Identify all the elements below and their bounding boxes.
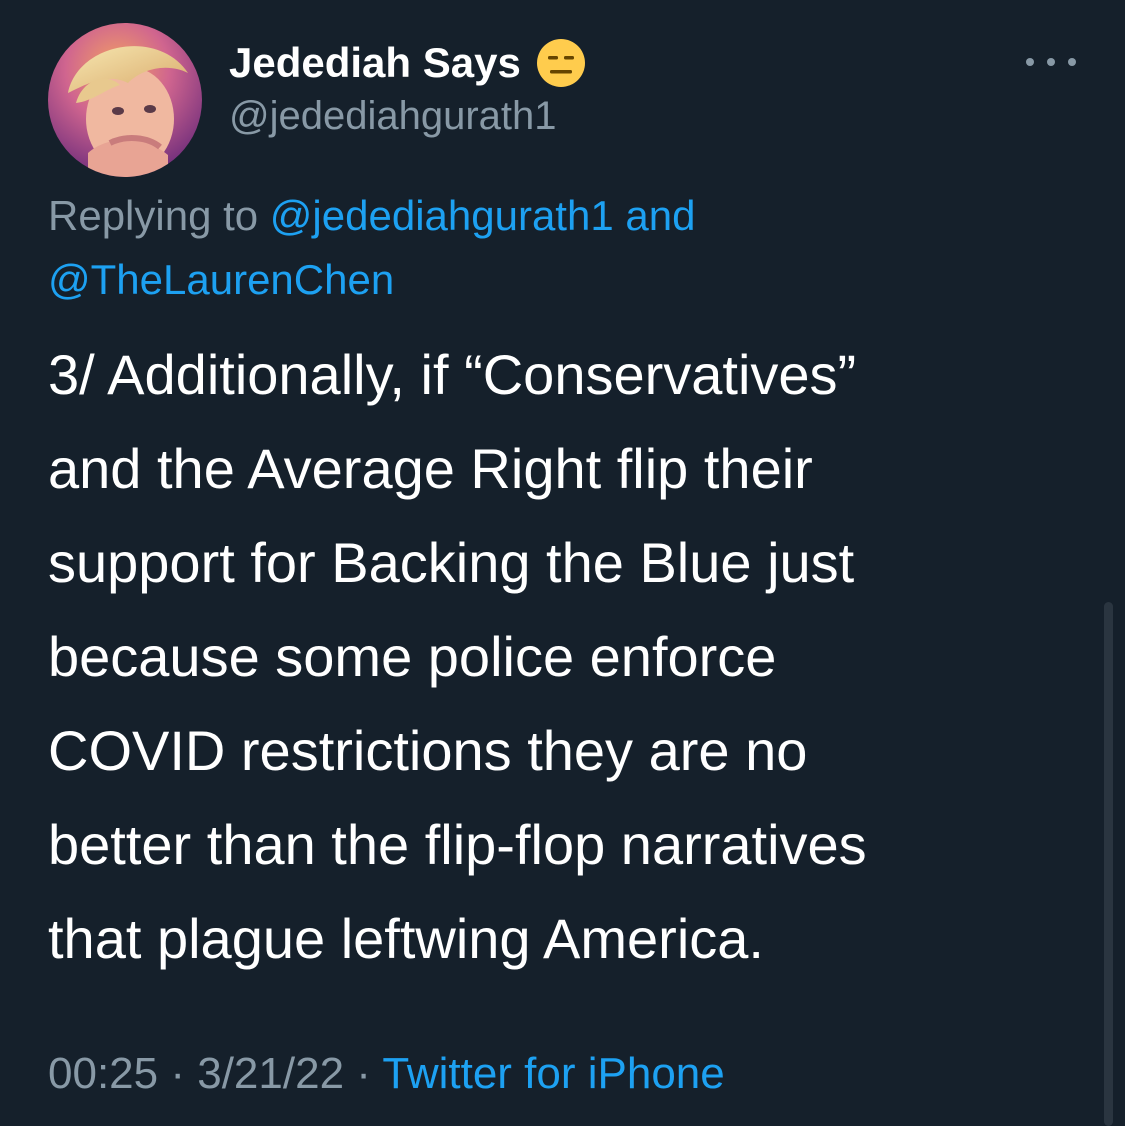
reply-context: Replying to @jedediahgurath1 and @TheLau… [48, 184, 1048, 312]
avatar[interactable] [48, 23, 202, 177]
tweet-detail: Jedediah Says @jedediahgurath1 Replying … [0, 0, 1125, 1126]
meta-separator: · [170, 1049, 185, 1098]
author-name-row[interactable]: Jedediah Says [229, 38, 587, 88]
tweet-source-link[interactable]: Twitter for iPhone [382, 1049, 724, 1098]
more-options-icon-dot [1047, 58, 1055, 66]
tweet-metadata: 00:25 · 3/21/22 · Twitter for iPhone [48, 1044, 725, 1104]
author-display-name[interactable]: Jedediah Says [229, 39, 521, 87]
scrollbar[interactable] [1104, 602, 1113, 1126]
more-options-button[interactable] [1026, 50, 1076, 74]
tweet-text-line: support for Backing the Blue just [48, 531, 855, 594]
expressionless-face-icon [536, 39, 585, 87]
more-options-icon-dot [1068, 58, 1076, 66]
more-options-icon [1026, 58, 1034, 66]
tweet-text-line: that plague leftwing America. [48, 907, 764, 970]
tweet-text-line: 3/ Additionally, if “Conservatives” [48, 343, 857, 406]
reply-prefix: Replying to [48, 192, 259, 239]
reply-mention-thelaurenchen[interactable]: @TheLaurenChen [48, 256, 394, 303]
tweet-time[interactable]: 00:25 [48, 1049, 158, 1098]
tweet-text: 3/ Additionally, if “Conservatives” and … [48, 328, 1088, 986]
author-handle[interactable]: @jedediahgurath1 [229, 94, 557, 139]
tweet-text-line: and the Average Right flip their [48, 437, 813, 500]
reply-conjunction: and [625, 192, 696, 239]
tweet-text-line: better than the flip-flop narratives [48, 813, 867, 876]
avatar-image [48, 23, 202, 177]
tweet-text-line: because some police enforce [48, 625, 777, 688]
reply-mention-jedediahgurath1[interactable]: @jedediahgurath1 [270, 192, 614, 239]
meta-separator: · [356, 1049, 371, 1098]
tweet-text-line: COVID restrictions they are no [48, 719, 808, 782]
tweet-date[interactable]: 3/21/22 [197, 1049, 344, 1098]
